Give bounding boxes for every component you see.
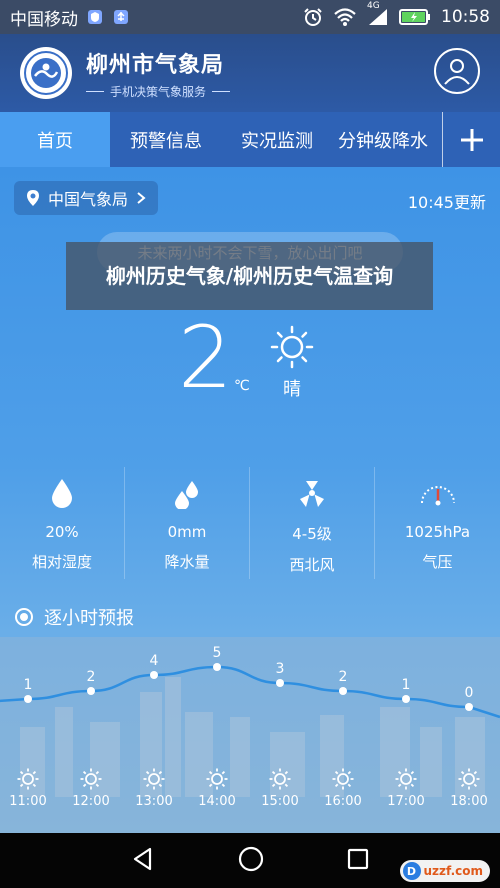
hourly-sun-icon — [269, 768, 291, 790]
hourly-temperature-point — [339, 687, 347, 695]
stat-wind: 4-5级 西北风 — [250, 467, 375, 579]
hourly-forecast-title: 逐小时预报 — [44, 608, 134, 629]
user-icon — [444, 59, 470, 85]
location-name: 中国气象局 — [48, 190, 129, 209]
hourly-time-label: 11:00 — [9, 794, 46, 809]
usb-icon — [112, 8, 130, 26]
hourly-temperature-point — [465, 703, 473, 711]
app-subtitle-wrap: 手机决策气象服务 — [86, 83, 231, 100]
hourly-sun-icon — [395, 768, 417, 790]
hourly-sun-icon — [206, 768, 228, 790]
radio-dot-icon — [15, 608, 33, 626]
hourly-time-label: 16:00 — [324, 794, 361, 809]
tab-minute-precipitation[interactable]: 分钟级降水 — [332, 112, 442, 167]
site-watermark: D uzzf.com — [399, 860, 490, 882]
network-type: 4G — [367, 1, 380, 11]
watermark-logo-icon: D — [402, 862, 421, 880]
hourly-forecast-chart: 1 11:00 2 12:00 4 13:00 5 14:00 3 15:00 2 16:00 1 17:… — [0, 645, 500, 809]
stat-precipitation: 0mm 降水量 — [125, 467, 250, 579]
app-subtitle: 手机决策气象服务 — [110, 84, 207, 99]
hourly-time-label: 12:00 — [72, 794, 109, 809]
hourly-time-label: 14:00 — [198, 794, 235, 809]
carrier-label: 中国移动 — [10, 9, 78, 30]
hourly-time-label: 15:00 — [261, 794, 298, 809]
hourly-temperature-label: 1 — [402, 677, 411, 693]
wind-fan-icon — [296, 473, 328, 513]
hourly-time-label: 18:00 — [450, 794, 487, 809]
shield-icon — [86, 8, 104, 26]
weather-bureau-logo-icon — [20, 47, 72, 99]
wind-value: 4-5级 — [292, 525, 332, 543]
hourly-temperature-point — [87, 687, 95, 695]
back-triangle-icon — [134, 847, 152, 870]
hourly-temperature-point — [213, 663, 221, 671]
tab-warnings[interactable]: 预警信息 — [110, 112, 222, 167]
app-title: 柳州市气象局 — [86, 52, 225, 78]
hourly-sun-icon — [332, 768, 354, 790]
pressure-gauge-icon — [418, 473, 458, 513]
back-button[interactable] — [130, 846, 156, 876]
add-tab-button[interactable] — [442, 112, 500, 167]
hourly-temperature-line — [0, 665, 500, 719]
status-bar: 中国移动 4G 10:58 — [0, 0, 500, 34]
recents-button[interactable] — [346, 847, 370, 875]
article-title-overlay: 柳州历史气象/柳州历史气温查询 — [66, 242, 433, 310]
hourly-sun-icon — [143, 768, 165, 790]
hourly-temperature-label: 5 — [213, 645, 222, 661]
location-selector[interactable]: 中国气象局 — [14, 181, 159, 215]
rain-drops-icon — [172, 473, 202, 513]
hourly-time-label: 13:00 — [135, 794, 172, 809]
app-header: 柳州市气象局 手机决策气象服务 — [0, 34, 500, 112]
user-profile-button[interactable] — [434, 48, 480, 94]
weather-condition: 晴 — [283, 379, 301, 400]
system-nav-bar: D uzzf.com — [0, 833, 500, 888]
tab-home[interactable]: 首页 — [0, 112, 110, 167]
hourly-time-label: 17:00 — [387, 794, 424, 809]
stat-pressure: 1025hPa 气压 — [375, 467, 500, 579]
wifi-icon — [333, 7, 357, 27]
hourly-temperature-point — [150, 671, 158, 679]
humidity-label: 相对湿度 — [31, 553, 92, 571]
watermark-label: uzzf.com — [423, 864, 484, 878]
hourly-temperature-point — [276, 679, 284, 687]
tab-bar: 首页 预警信息 实况监测 分钟级降水 — [0, 112, 500, 167]
chevron-right-icon — [137, 192, 146, 204]
alarm-icon — [303, 7, 323, 27]
home-button[interactable] — [237, 845, 265, 877]
hourly-sun-icon — [17, 768, 39, 790]
hourly-temperature-label: 2 — [339, 669, 348, 685]
clock-time: 10:58 — [441, 7, 490, 27]
battery-icon — [399, 8, 431, 26]
humidity-drop-icon — [50, 473, 74, 513]
hourly-temperature-label: 2 — [87, 669, 96, 685]
precipitation-label: 降水量 — [164, 553, 210, 571]
location-pin-icon — [27, 190, 39, 206]
hourly-temperature-label: 3 — [276, 661, 285, 677]
current-temperature: 2 — [178, 308, 233, 408]
stat-humidity: 20% 相对湿度 — [0, 467, 125, 579]
home-circle-icon — [238, 846, 264, 871]
precipitation-value: 0mm — [167, 523, 207, 541]
hourly-temperature-label: 1 — [24, 677, 33, 693]
hourly-sun-icon — [80, 768, 102, 790]
hourly-sun-icon — [458, 768, 480, 790]
wind-label: 西北风 — [289, 556, 335, 574]
hourly-temperature-label: 4 — [150, 653, 159, 669]
hourly-temperature-label: 0 — [465, 685, 474, 701]
temperature-unit: ℃ — [234, 378, 250, 394]
plus-icon — [460, 128, 483, 151]
humidity-value: 20% — [45, 523, 79, 541]
pressure-value: 1025hPa — [404, 523, 471, 541]
sun-icon — [270, 325, 314, 373]
signal-icon: 4G — [367, 1, 389, 27]
pressure-label: 气压 — [422, 553, 453, 571]
weather-stats: 20% 相对湿度 0mm 降水量 4-5级 西北风 1025hPa 气压 — [0, 467, 500, 579]
tab-live-monitoring[interactable]: 实况监测 — [222, 112, 332, 167]
recents-square-icon — [347, 848, 368, 869]
hourly-temperature-point — [24, 695, 32, 703]
hourly-forecast-header: 逐小时预报 — [0, 599, 500, 635]
update-time: 10:45更新 — [407, 193, 486, 212]
hourly-temperature-point — [402, 695, 410, 703]
